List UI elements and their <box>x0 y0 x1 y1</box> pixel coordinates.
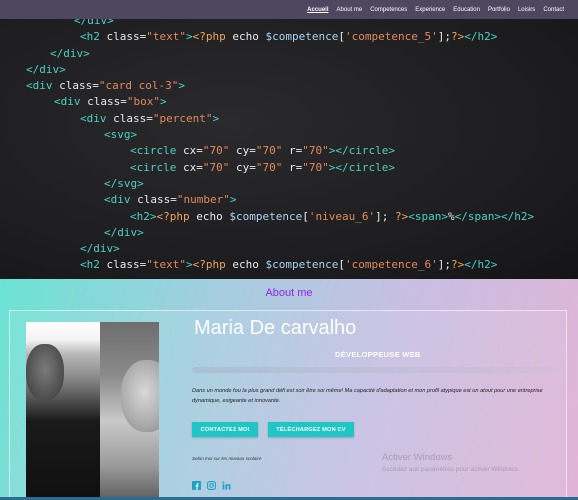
nav-link-contact[interactable]: Contact <box>543 7 564 13</box>
watermark-title: Activer Windows <box>382 452 453 463</box>
portrait-face-right <box>121 360 159 432</box>
code-line: </div> <box>104 225 144 239</box>
profile-role: DÉVELOPPEUSE WEB <box>335 350 421 359</box>
code-line: <h2 class="text"><?php echo $competence[… <box>80 30 498 44</box>
nav-link-education[interactable]: Education <box>453 7 480 13</box>
social-links <box>192 481 231 490</box>
nav-link-competences[interactable]: Competences <box>370 7 407 13</box>
profile-name: Maria De carvalho <box>194 317 357 339</box>
hero-code-background: </div> <h2 class="text"><?php echo $compe… <box>0 19 578 279</box>
nav-link-portfolio[interactable]: Portfolio <box>488 7 510 13</box>
code-line: </svg> <box>104 176 144 190</box>
levels-note: Selon moi sur les niveaux scolaire <box>192 456 262 461</box>
code-line: <svg> <box>104 128 138 142</box>
nav-link-accueil[interactable]: Accueil <box>307 7 328 13</box>
portrait-face-left <box>26 344 64 400</box>
download-cv-button[interactable]: TÉLÉCHARGEZ MON CV <box>268 422 354 437</box>
code-line: <circle cx="70" cy="70" r="70"></circle> <box>130 144 395 158</box>
top-navbar: Accueil About me Competences Experience … <box>0 0 578 19</box>
linkedin-icon[interactable] <box>222 481 231 490</box>
about-section: About me Maria De carvalho DÉVELOPPEUSE … <box>0 279 578 500</box>
nav-link-experience[interactable]: Experience <box>415 7 445 13</box>
code-line: <div class="number"> <box>104 193 237 207</box>
code-snippet: </div> <h2 class="text"><?php echo $compe… <box>0 19 534 274</box>
code-line: <div class="card col-3"> <box>26 79 185 93</box>
watermark-subtitle: Accédez aux paramètres pour activer Wind… <box>382 466 520 473</box>
code-line: </div> <box>74 19 114 27</box>
code-line: </div> <box>50 46 90 60</box>
profile-photo <box>26 322 159 500</box>
nav-link-about-me[interactable]: About me <box>337 7 363 13</box>
code-line: <circle cx="70" cy="70" r="70"></circle> <box>130 160 395 174</box>
profile-card: Maria De carvalho DÉVELOPPEUSE WEB Dans … <box>9 310 567 500</box>
card-divider <box>192 367 557 373</box>
contact-me-button[interactable]: CONTACTEZ MOI <box>192 422 258 437</box>
facebook-icon[interactable] <box>192 481 201 490</box>
nav-link-loisirs[interactable]: Loisirs <box>518 7 535 13</box>
code-line: <h2 class="text"><?php echo $competence[… <box>80 258 498 272</box>
code-line: </div> <box>80 242 120 256</box>
code-line: </div> <box>26 62 66 76</box>
code-line: <div class="box"> <box>54 95 167 109</box>
code-line: <div class="percent"> <box>80 111 220 125</box>
profile-description: Dans un monde fou la plus grand défi est… <box>192 388 543 404</box>
instagram-icon[interactable] <box>207 481 216 490</box>
code-line: <h2><?php echo $competence['niveau_6']; … <box>130 209 535 223</box>
windows-activation-watermark: Activer Windows Accédez aux paramètres p… <box>382 452 520 473</box>
about-section-title: About me <box>265 287 313 299</box>
